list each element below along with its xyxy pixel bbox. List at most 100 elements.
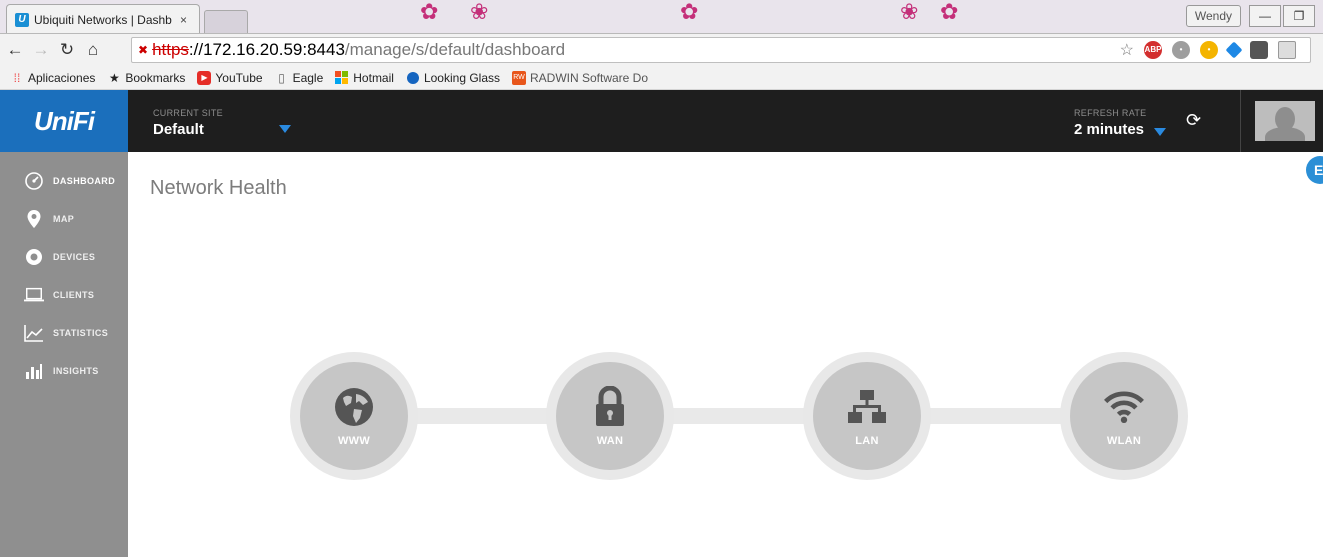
- unifi-favicon-icon: U: [15, 12, 29, 27]
- sidebar-item-dashboard[interactable]: DASHBOARD: [0, 162, 128, 200]
- adblock-plus-icon[interactable]: ABP: [1144, 41, 1162, 59]
- bookmark-label: Aplicaciones: [28, 70, 96, 85]
- sidebar-item-statistics[interactable]: STATISTICS: [0, 314, 128, 352]
- decorative-flower: ❀: [900, 0, 919, 24]
- app-header: UniFi CURRENT SITE Default REFRESH RATE …: [0, 90, 1323, 152]
- page-title: Network Health: [150, 177, 287, 199]
- health-node-lan[interactable]: LAN: [803, 352, 931, 480]
- bookmark-label: YouTube: [215, 70, 263, 85]
- chevron-down-icon[interactable]: [279, 125, 291, 133]
- refresh-icon[interactable]: ⟳: [1186, 110, 1201, 131]
- refresh-rate-selector[interactable]: 2 minutes: [1074, 121, 1144, 138]
- health-node-wlan[interactable]: WLAN: [1060, 352, 1188, 480]
- bookmark-looking-glass[interactable]: Looking Glass: [406, 71, 500, 85]
- page-icon: ▯: [278, 70, 285, 85]
- home-icon[interactable]: ⌂: [82, 40, 104, 60]
- restore-icon[interactable]: ❐: [1283, 5, 1315, 27]
- forward-arrow-icon[interactable]: →: [30, 40, 52, 60]
- map-pin-icon: [24, 209, 44, 229]
- main-content: Network Health E WWW WAN LAN WLAN: [128, 152, 1323, 557]
- insecure-lock-icon[interactable]: ✖: [138, 43, 148, 57]
- dashboard-icon: [24, 171, 44, 191]
- network-icon: [845, 385, 889, 429]
- tab-title: Ubiquiti Networks | Dashb: [34, 12, 172, 27]
- windows-icon: [335, 70, 349, 85]
- bookmark-hotmail[interactable]: Hotmail: [335, 70, 394, 85]
- health-node-inner: WLAN: [1070, 362, 1178, 470]
- back-arrow-icon[interactable]: ←: [4, 40, 26, 60]
- decorative-flower: ✿: [420, 0, 439, 24]
- browser-toolbar: ← → ↻ ⌂ ✖ https://172.16.20.59:8443/mana…: [0, 34, 1323, 66]
- sidebar-item-label: CLIENTS: [53, 290, 95, 300]
- statistics-icon: [24, 323, 44, 343]
- sidebar-item-label: DEVICES: [53, 252, 96, 262]
- bookmark-label: Bookmarks: [125, 70, 186, 85]
- chevron-down-icon[interactable]: [1154, 128, 1166, 136]
- bookmark-label: Eagle: [292, 70, 324, 85]
- sidebar-item-clients[interactable]: CLIENTS: [0, 276, 128, 314]
- extension-icon[interactable]: [1250, 41, 1268, 59]
- bookmark-youtube[interactable]: ▶ YouTube: [197, 70, 263, 85]
- health-node-label: WLAN: [1106, 435, 1142, 447]
- health-node-wan[interactable]: WAN: [546, 352, 674, 480]
- browser-tab[interactable]: U Ubiquiti Networks | Dashb ×: [6, 4, 200, 33]
- site-selector[interactable]: Default: [153, 121, 204, 138]
- minimize-icon[interactable]: —: [1249, 5, 1281, 27]
- lock-icon: [588, 385, 632, 429]
- menu-icon[interactable]: [1278, 41, 1296, 59]
- decorative-flower: ✿: [680, 0, 699, 24]
- extension-icon[interactable]: [1225, 41, 1243, 59]
- url-scheme: https: [152, 40, 189, 59]
- health-node-label: WWW: [337, 435, 371, 447]
- health-node-label: LAN: [855, 435, 879, 447]
- laptop-icon: [24, 285, 44, 305]
- apps-grid-icon: ⁞⁞: [13, 70, 21, 85]
- help-badge[interactable]: E: [1306, 156, 1323, 184]
- devices-icon: [24, 247, 44, 267]
- extension-icon[interactable]: •: [1200, 41, 1218, 59]
- health-node-inner: LAN: [813, 362, 921, 470]
- avatar-image: [1255, 101, 1315, 141]
- unifi-logo[interactable]: UniFi: [0, 90, 128, 152]
- decorative-flower: ✿: [940, 0, 959, 24]
- refresh-rate-label: REFRESH RATE: [1074, 108, 1147, 118]
- bookmark-star-icon[interactable]: ☆: [1120, 40, 1134, 60]
- extension-icon[interactable]: •: [1172, 41, 1190, 59]
- extension-icons: ☆ ABP • •: [1120, 40, 1296, 60]
- wifi-icon: [1102, 385, 1146, 429]
- bookmark-bookmarks[interactable]: ★ Bookmarks: [107, 71, 185, 85]
- health-node-inner: WWW: [300, 362, 408, 470]
- sidebar-item-map[interactable]: MAP: [0, 200, 128, 238]
- site-label: CURRENT SITE: [153, 108, 223, 118]
- reload-icon[interactable]: ↻: [56, 40, 78, 60]
- globe-icon: [332, 385, 376, 429]
- address-bar[interactable]: ✖ https://172.16.20.59:8443/manage/s/def…: [131, 37, 1311, 63]
- bookmark-label: Hotmail: [353, 70, 394, 85]
- bookmark-label: Looking Glass: [423, 70, 500, 85]
- health-node-inner: WAN: [556, 362, 664, 470]
- globe-icon: [406, 71, 420, 85]
- bookmark-eagle[interactable]: ▯ Eagle: [275, 70, 324, 85]
- sidebar-item-label: DASHBOARD: [53, 176, 116, 186]
- bookmark-label: RADWIN Software Do: [530, 70, 649, 85]
- user-avatar[interactable]: [1240, 90, 1323, 152]
- sidebar: DASHBOARD MAP DEVICES CLIENTS STATISTICS…: [0, 152, 128, 557]
- url-path: /manage/s/default/dashboard: [344, 40, 566, 59]
- health-connector-line: [368, 408, 1138, 424]
- health-node-www[interactable]: WWW: [290, 352, 418, 480]
- browser-tab-strip: ✿ ❀ ✿ ❀ ✿ U Ubiquiti Networks | Dashb × …: [0, 0, 1323, 34]
- youtube-icon: ▶: [197, 70, 212, 85]
- decorative-flower: ❀: [470, 0, 489, 24]
- sidebar-item-label: STATISTICS: [53, 328, 109, 338]
- bookmark-radwin[interactable]: RW RADWIN Software Do: [512, 70, 649, 85]
- bookmarks-bar: ⁞⁞ Aplicaciones ★ Bookmarks ▶ YouTube ▯ …: [0, 66, 1323, 90]
- sidebar-item-insights[interactable]: INSIGHTS: [0, 352, 128, 390]
- health-node-label: WAN: [596, 435, 624, 447]
- bookmark-apps[interactable]: ⁞⁞ Aplicaciones: [10, 70, 96, 85]
- browser-user-chip[interactable]: Wendy: [1185, 5, 1241, 27]
- sidebar-item-devices[interactable]: DEVICES: [0, 238, 128, 276]
- insights-icon: [24, 361, 44, 381]
- new-tab-button[interactable]: [204, 10, 248, 33]
- sidebar-item-label: MAP: [53, 214, 75, 224]
- close-tab-icon[interactable]: ×: [180, 13, 187, 27]
